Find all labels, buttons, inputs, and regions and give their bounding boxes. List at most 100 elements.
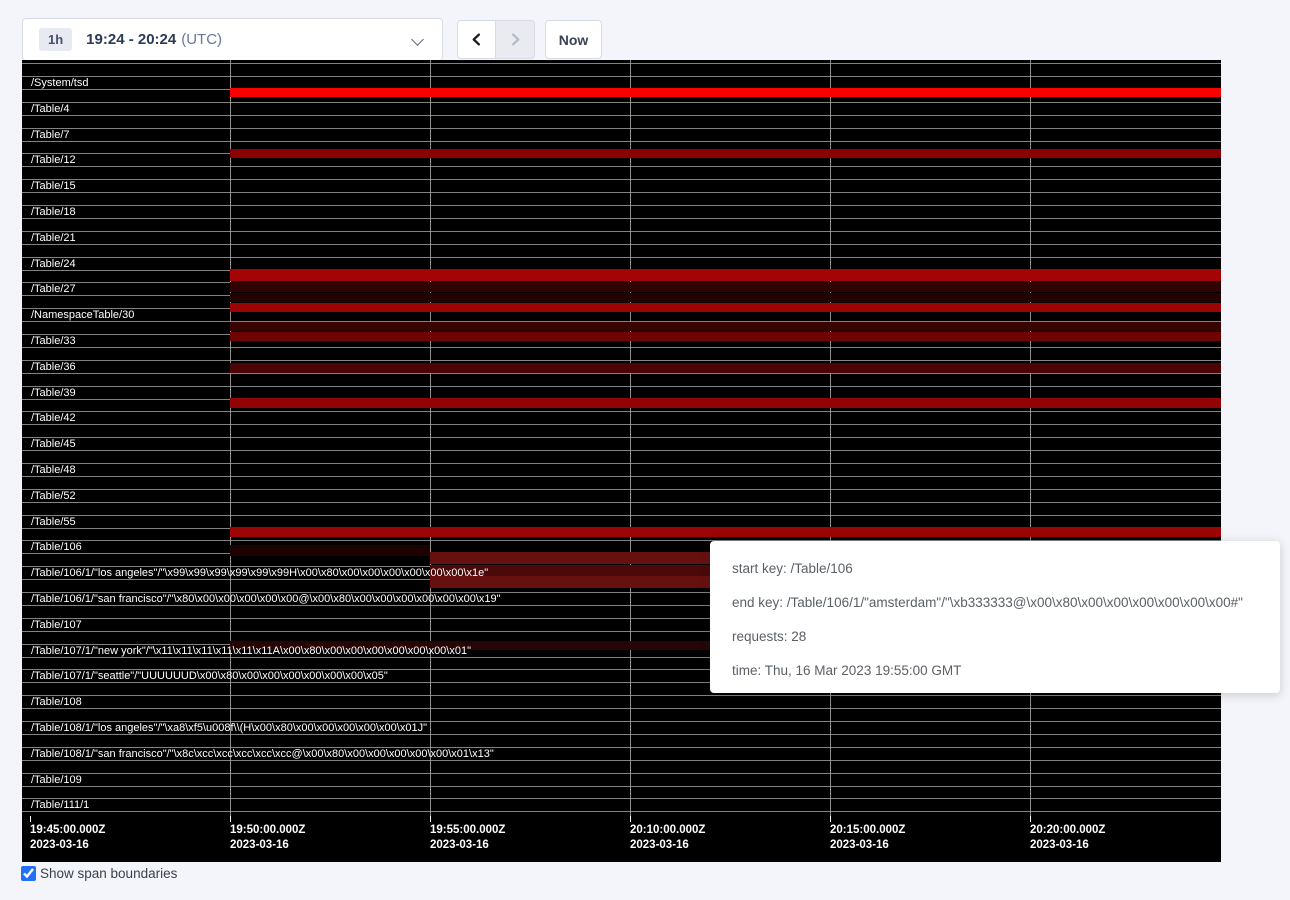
span-boundary-line — [22, 476, 1221, 477]
prev-time-button[interactable] — [457, 20, 496, 59]
span-boundary-line — [22, 798, 1221, 799]
time-tick-date: 2023-03-16 — [630, 839, 689, 851]
span-key-label: /Table/108 — [31, 697, 82, 708]
time-gridline — [230, 60, 231, 822]
span-boundary-line — [22, 734, 1221, 735]
span-boundary-line — [22, 773, 1221, 774]
span-key-label: /Table/36 — [31, 362, 76, 373]
span-boundary-line — [22, 386, 1221, 387]
span-boundary-line — [22, 360, 1221, 361]
span-boundary-line — [22, 786, 1221, 787]
span-boundary-line — [22, 128, 1221, 129]
heat-band[interactable] — [230, 293, 1221, 302]
heat-band[interactable] — [230, 282, 1221, 292]
tooltip-line: time: Thu, 16 Mar 2023 19:55:00 GMT — [732, 654, 1280, 688]
heat-band[interactable] — [230, 527, 1221, 537]
time-tick-date: 2023-03-16 — [430, 839, 489, 851]
heat-band[interactable] — [230, 398, 1221, 408]
heat-band[interactable] — [230, 149, 1221, 158]
span-key-label: /Table/42 — [31, 413, 76, 424]
chevron-down-icon — [411, 33, 424, 46]
span-key-label: /Table/109 — [31, 775, 82, 786]
span-key-label: /Table/106/1/"los angeles"/"\x99\x99\x99… — [31, 568, 488, 579]
span-key-label: /Table/107/1/"seattle"/"UUUUUUD\x00\x80\… — [31, 671, 388, 682]
time-tick — [230, 816, 231, 822]
show-span-boundaries-label: Show span boundaries — [40, 866, 177, 881]
span-key-label: /Table/48 — [31, 465, 76, 476]
time-nav-group — [457, 20, 535, 59]
span-boundary-line — [22, 424, 1221, 425]
span-boundary-line — [22, 244, 1221, 245]
span-boundary-line — [22, 141, 1221, 142]
span-key-label: /Table/108/1/"san francisco"/"\x8c\xcc\x… — [31, 749, 494, 760]
span-boundary-line — [22, 515, 1221, 516]
tooltip-line: start key: /Table/106 — [732, 552, 1280, 586]
span-boundary-line — [22, 102, 1221, 103]
time-gridline — [830, 60, 831, 822]
heat-band[interactable] — [230, 322, 1221, 331]
span-key-label: /Table/15 — [31, 181, 76, 192]
time-tick — [830, 816, 831, 822]
span-key-label: /Table/4 — [31, 104, 70, 115]
span-key-label: /Table/55 — [31, 517, 76, 528]
span-boundary-line — [22, 166, 1221, 167]
time-gridline — [630, 60, 631, 822]
tooltip-line: requests: 28 — [732, 620, 1280, 654]
time-range-timezone: (UTC) — [181, 31, 222, 48]
span-key-label: /Table/27 — [31, 284, 76, 295]
span-boundary-line — [22, 76, 1221, 77]
chevron-left-icon — [470, 33, 483, 46]
span-boundary-line — [22, 115, 1221, 116]
time-range-text: 19:24 - 20:24 — [86, 31, 176, 48]
span-key-label: /Table/24 — [31, 259, 76, 270]
span-key-label: /Table/107/1/"new york"/"\x11\x11\x11\x1… — [31, 646, 471, 657]
span-boundary-line — [22, 760, 1221, 761]
next-time-button[interactable] — [496, 20, 535, 59]
span-key-label: /Table/7 — [31, 130, 70, 141]
span-boundary-line — [22, 463, 1221, 464]
time-tick-label: 20:10:00.000Z — [630, 824, 705, 836]
show-span-boundaries-checkbox[interactable] — [21, 866, 36, 881]
span-boundary-line — [22, 708, 1221, 709]
time-range-duration-badge: 1h — [39, 28, 72, 51]
time-tick — [630, 816, 631, 822]
span-key-label: /Table/111/1 — [31, 800, 89, 811]
time-tick-date: 2023-03-16 — [30, 839, 89, 851]
time-tick-date: 2023-03-16 — [1030, 839, 1089, 851]
span-boundary-line — [22, 450, 1221, 451]
span-key-label: /Table/106 — [31, 542, 82, 553]
heat-band[interactable] — [230, 269, 1221, 281]
span-key-label: /Table/33 — [31, 336, 76, 347]
time-tick-label: 19:45:00.000Z — [30, 824, 105, 836]
time-tick-label: 19:55:00.000Z — [430, 824, 505, 836]
span-boundary-line — [22, 218, 1221, 219]
span-boundary-line — [22, 347, 1221, 348]
heat-band[interactable] — [230, 88, 1221, 97]
time-tick-label: 20:15:00.000Z — [830, 824, 905, 836]
span-key-label: /Table/12 — [31, 155, 76, 166]
span-key-label: /NamespaceTable/30 — [31, 310, 134, 321]
span-boundary-line — [22, 411, 1221, 412]
span-boundary-line — [22, 63, 1221, 64]
span-key-label: /Table/106/1/"san francisco"/"\x80\x00\x… — [31, 594, 501, 605]
time-tick-date: 2023-03-16 — [230, 839, 289, 851]
footer-controls: Show span boundaries — [21, 866, 177, 881]
span-boundary-line — [22, 695, 1221, 696]
time-range-select[interactable]: 1h 19:24 - 20:24 (UTC) — [22, 18, 443, 61]
time-tick-label: 20:20:00.000Z — [1030, 824, 1105, 836]
span-boundary-line — [22, 192, 1221, 193]
time-tick — [430, 816, 431, 822]
heat-band[interactable] — [230, 545, 430, 556]
span-key-label: /Table/21 — [31, 233, 76, 244]
time-gridline — [430, 60, 431, 822]
span-boundary-line — [22, 205, 1221, 206]
heat-band[interactable] — [230, 332, 1221, 341]
heat-band[interactable] — [230, 363, 1221, 373]
key-visualizer-heatmap[interactable]: /System/tsd/Table/4/Table/7/Table/12/Tab… — [22, 60, 1221, 862]
chevron-right-icon — [509, 33, 522, 46]
now-button[interactable]: Now — [545, 20, 602, 59]
heat-band[interactable] — [230, 303, 1221, 312]
span-key-label: /Table/39 — [31, 388, 76, 399]
span-key-label: /Table/52 — [31, 491, 76, 502]
page: { "toolbar": { "time_range_select": { "b… — [0, 0, 1290, 900]
